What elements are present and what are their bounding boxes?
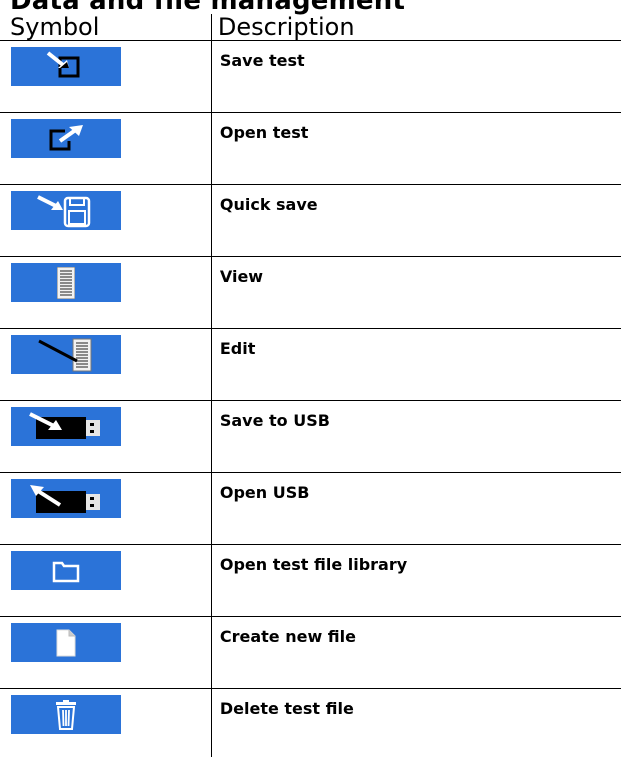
symbol-cell bbox=[0, 617, 211, 689]
open-usb-icon bbox=[28, 483, 104, 515]
description-cell: Delete test file bbox=[211, 689, 621, 757]
symbol-cell bbox=[0, 185, 211, 257]
symbol-cell bbox=[0, 473, 211, 545]
view-button[interactable] bbox=[11, 263, 121, 302]
quick-save-button[interactable] bbox=[11, 191, 121, 230]
description-cell: Quick save bbox=[211, 185, 621, 257]
table-header-row: Symbol Description bbox=[0, 14, 621, 41]
symbol-column-header: Symbol bbox=[0, 14, 211, 41]
delete-file-button[interactable] bbox=[11, 695, 121, 734]
description-cell: Open USB bbox=[211, 473, 621, 545]
symbol-cell bbox=[0, 329, 211, 401]
save-test-button[interactable] bbox=[11, 47, 121, 86]
description-cell: Open test bbox=[211, 113, 621, 185]
save-test-icon bbox=[46, 51, 86, 83]
description-cell: Edit bbox=[211, 329, 621, 401]
description-cell: Save to USB bbox=[211, 401, 621, 473]
description-cell: Open test file library bbox=[211, 545, 621, 617]
open-test-button[interactable] bbox=[11, 119, 121, 158]
table-row: View bbox=[0, 257, 621, 329]
table-row: Create new file bbox=[0, 617, 621, 689]
table-row: Edit bbox=[0, 329, 621, 401]
test-file-library-icon bbox=[52, 559, 80, 583]
save-to-usb-icon bbox=[28, 411, 104, 443]
delete-file-icon bbox=[55, 700, 77, 730]
table-row: Quick save bbox=[0, 185, 621, 257]
section-title: Data and file management bbox=[10, 0, 405, 14]
test-file-library-button[interactable] bbox=[11, 551, 121, 590]
table-row: Delete test file bbox=[0, 689, 621, 757]
symbol-table: Symbol Description Save test bbox=[0, 14, 621, 757]
view-icon bbox=[57, 267, 75, 299]
new-file-button[interactable] bbox=[11, 623, 121, 662]
table-row: Open test bbox=[0, 113, 621, 185]
symbol-cell bbox=[0, 689, 211, 757]
description-column-header: Description bbox=[211, 14, 621, 41]
edit-button[interactable] bbox=[11, 335, 121, 374]
description-cell: View bbox=[211, 257, 621, 329]
symbol-cell bbox=[0, 401, 211, 473]
description-cell: Save test bbox=[211, 41, 621, 113]
save-to-usb-button[interactable] bbox=[11, 407, 121, 446]
table-row: Save test bbox=[0, 41, 621, 113]
symbol-cell bbox=[0, 257, 211, 329]
table-row: Open test file library bbox=[0, 545, 621, 617]
table-row: Open USB bbox=[0, 473, 621, 545]
edit-icon bbox=[37, 337, 95, 373]
symbol-cell bbox=[0, 41, 211, 113]
description-cell: Create new file bbox=[211, 617, 621, 689]
new-file-icon bbox=[56, 629, 76, 657]
symbol-cell bbox=[0, 545, 211, 617]
table-row: Save to USB bbox=[0, 401, 621, 473]
open-usb-button[interactable] bbox=[11, 479, 121, 518]
open-test-icon bbox=[43, 123, 89, 155]
quick-save-icon bbox=[34, 193, 98, 229]
symbol-cell bbox=[0, 113, 211, 185]
